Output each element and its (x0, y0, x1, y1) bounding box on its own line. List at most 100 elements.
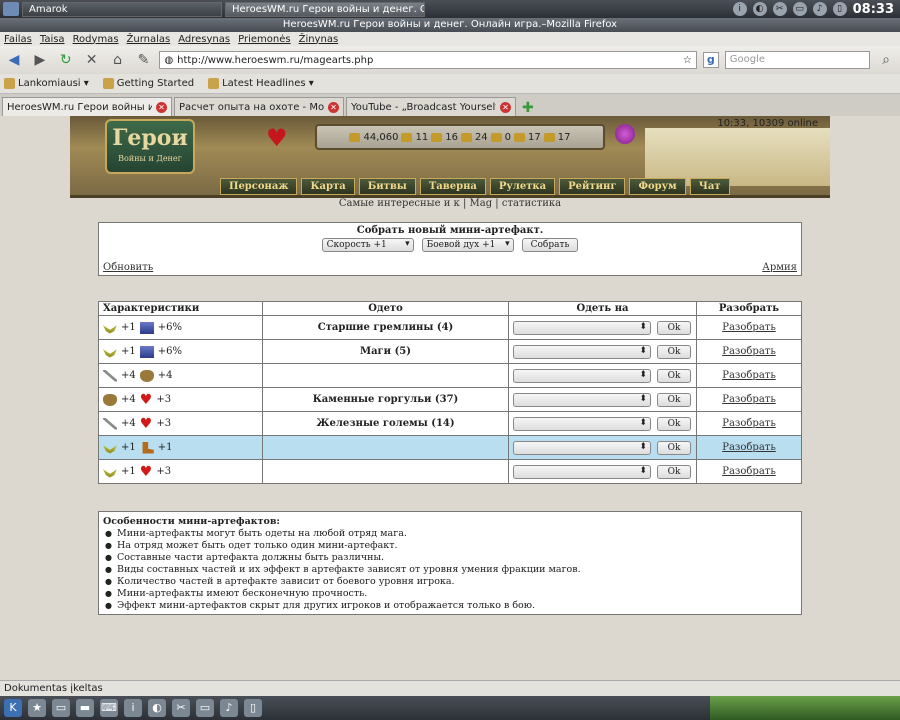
url-bar[interactable]: ◍ http://www.heroeswm.ru/magearts.php ☆ (159, 51, 697, 69)
tab-youtube[interactable]: YouTube - „Broadcast Yourself". ✕ (346, 97, 516, 116)
table-row-highlighted: +1 +1 Ok Разобрать (98, 435, 802, 460)
menu-tools[interactable]: Priemonės (238, 34, 290, 45)
close-icon[interactable]: ✕ (156, 101, 167, 113)
disassemble-link[interactable]: Разобрать (722, 418, 776, 429)
volume-icon[interactable]: ♪ (812, 2, 827, 16)
keyboard-icon[interactable]: ⌨ (100, 699, 118, 717)
part2-select[interactable]: Боевой дух +1 (421, 238, 514, 252)
menu-help[interactable]: Žinynas (299, 34, 339, 45)
google-icon[interactable]: g (702, 52, 719, 68)
menu-bookmarks[interactable]: Adresynas (178, 34, 230, 45)
disassemble-link[interactable]: Разобрать (722, 370, 776, 381)
tab-heroeswm[interactable]: HeroesWM.ru Герои войны и д... ✕ (2, 97, 172, 116)
ok-button[interactable]: Ok (657, 320, 691, 335)
ok-button[interactable]: Ok (657, 392, 691, 407)
search-icon[interactable]: ⌕ (876, 50, 896, 70)
army-link[interactable]: Армия (762, 262, 797, 273)
disassemble-link[interactable]: Разобрать (722, 346, 776, 357)
home-icon[interactable]: ⌂ (108, 50, 128, 70)
unit-select[interactable] (513, 416, 651, 431)
disassemble-link[interactable]: Разобрать (722, 466, 776, 477)
list-item: Мини-артефакты имеют бесконечную прочнос… (103, 588, 797, 600)
list-item: Составные части артефакта должны быть ра… (103, 552, 797, 564)
game-menu-battles[interactable]: Битвы (358, 178, 416, 195)
scissors-icon[interactable]: ✂ (172, 699, 190, 717)
menu-view[interactable]: Rodymas (73, 34, 119, 45)
monitor-icon[interactable]: ▭ (196, 699, 214, 717)
speed-wings-icon (103, 469, 117, 478)
collect-button[interactable]: Собрать (521, 238, 579, 252)
battery-icon[interactable]: ▯ (832, 2, 847, 16)
back-icon[interactable]: ◀ (4, 50, 24, 70)
close-icon[interactable]: ✕ (328, 101, 339, 113)
new-tab-icon[interactable]: ✚ (522, 100, 534, 116)
navigation-toolbar: ◀ ▶ ↻ ✕ ⌂ ✎ ◍ http://www.heroeswm.ru/mag… (0, 46, 900, 74)
info-icon[interactable]: i (732, 2, 747, 16)
unit-select[interactable] (513, 368, 651, 383)
part1-select[interactable]: Скорость +1 (321, 238, 414, 252)
menu-edit[interactable]: Taisa (40, 34, 65, 45)
reload-icon[interactable]: ↻ (56, 50, 76, 70)
tab-bar: HeroesWM.ru Герои войны и д... ✕ Расчет о… (0, 94, 900, 116)
disassemble-link[interactable]: Разобрать (722, 322, 776, 333)
ok-button[interactable]: Ok (657, 416, 691, 431)
star-icon[interactable]: ☆ (683, 55, 692, 66)
menu-file[interactable]: Failas (4, 34, 32, 45)
ok-button[interactable]: Ok (657, 344, 691, 359)
network-icon[interactable]: ◐ (148, 699, 166, 717)
equipped-unit (262, 363, 509, 388)
forward-icon[interactable]: ▶ (30, 50, 50, 70)
volume-icon[interactable]: ♪ (220, 699, 238, 717)
search-input[interactable]: Google (724, 51, 871, 69)
disassemble-link[interactable]: Разобрать (722, 442, 776, 453)
sub-links[interactable]: Самые интересные и к | Mag | статистика (0, 198, 900, 209)
bookmark-label: Getting Started (116, 78, 195, 89)
ok-button[interactable]: Ok (657, 464, 691, 479)
close-icon[interactable]: ✕ (500, 101, 511, 113)
disassemble-link[interactable]: Разобрать (722, 394, 776, 405)
header-disassemble: Разобрать (696, 301, 802, 316)
desktop-icon[interactable]: ▭ (52, 699, 70, 717)
favorites-star-icon[interactable]: ★ (28, 699, 46, 717)
speed-wings-icon (103, 445, 117, 454)
resource-ore: 16 (445, 131, 458, 143)
tab-hunt-calc[interactable]: Расчет опыта на охоте - Молот ... ✕ (174, 97, 344, 116)
game-menu-character[interactable]: Персонаж (220, 178, 298, 195)
rss-icon (208, 78, 220, 89)
unit-select[interactable] (513, 440, 651, 455)
ok-button[interactable]: Ok (657, 440, 691, 455)
game-menu-rating[interactable]: Рейтинг (559, 178, 626, 195)
ok-button[interactable]: Ok (657, 368, 691, 383)
game-menu: Персонаж Карта Битвы Таверна Рулетка Рей… (220, 178, 730, 196)
game-menu-roulette[interactable]: Рулетка (489, 178, 556, 195)
unit-select[interactable] (513, 464, 651, 479)
battery-icon[interactable]: ▯ (244, 699, 262, 717)
table-row: +1 +6% Старшие гремлины (4) Ok Разобрать (98, 315, 802, 340)
refresh-link[interactable]: Обновить (103, 262, 153, 273)
task-firefox[interactable]: HeroesWM.ru Герои войны и денег. Онлайн … (225, 1, 425, 17)
window-icon[interactable]: ▬ (76, 699, 94, 717)
bookmark-getting-started[interactable]: Getting Started (102, 78, 195, 89)
panel-menu-icon[interactable] (3, 2, 19, 16)
task-amarok[interactable]: Amarok (22, 1, 222, 17)
stop-icon[interactable]: ✕ (82, 50, 102, 70)
game-menu-tavern[interactable]: Таверна (419, 178, 486, 195)
resource-crystal: 17 (528, 131, 541, 143)
bookmark-tool-icon[interactable]: ✎ (134, 50, 154, 70)
kde-menu-icon[interactable]: K (4, 699, 22, 717)
unit-select[interactable] (513, 344, 651, 359)
unit-select[interactable] (513, 392, 651, 407)
info-icon[interactable]: i (124, 699, 142, 717)
scissors-icon[interactable]: ✂ (772, 2, 787, 16)
game-menu-forum[interactable]: Форум (629, 178, 686, 195)
network-icon[interactable]: ◐ (752, 2, 767, 16)
bookmark-latest-headlines[interactable]: Latest Headlines ▾ (208, 78, 314, 89)
unit-select[interactable] (513, 320, 651, 335)
clock[interactable]: 08:33 (853, 2, 894, 17)
bookmark-most-visited[interactable]: Lankomiausi ▾ (4, 78, 89, 89)
monitor-icon[interactable]: ▭ (792, 2, 807, 16)
game-menu-map[interactable]: Карта (301, 178, 355, 195)
game-logo[interactable]: Герои Войны и Денег (105, 119, 195, 174)
game-menu-chat[interactable]: Чат (689, 178, 730, 195)
menu-history[interactable]: Žurnalas (127, 34, 171, 45)
